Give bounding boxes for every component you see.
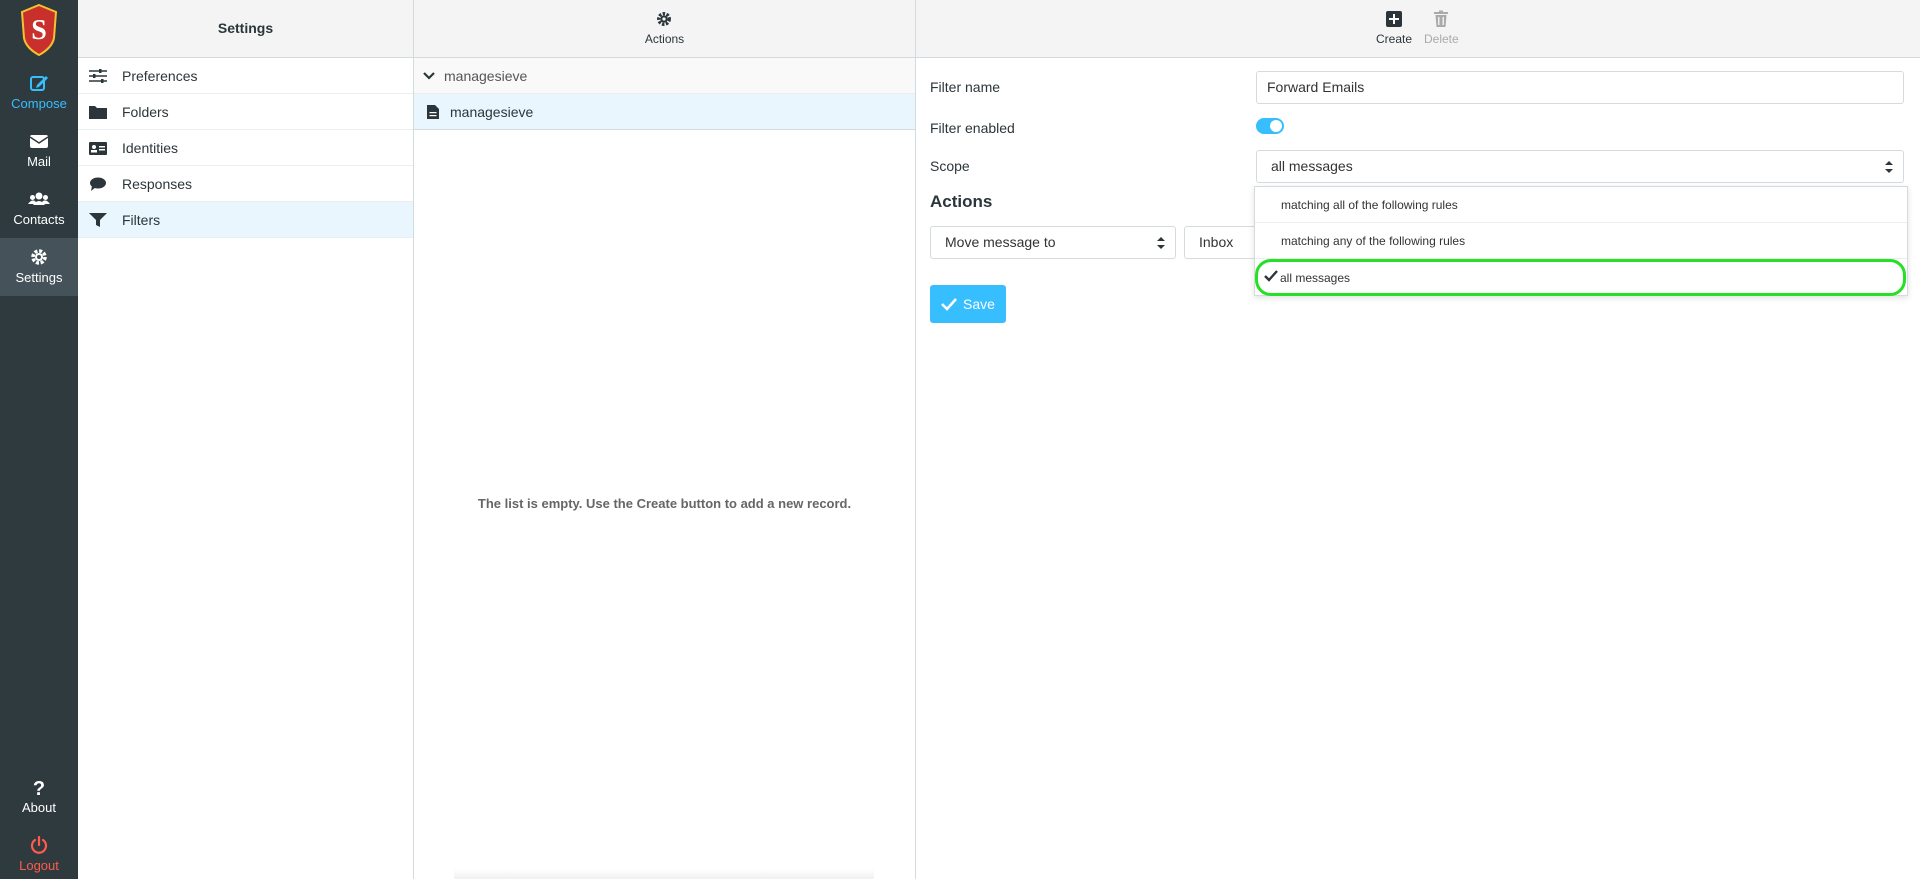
delete-label: Delete (1424, 32, 1459, 46)
filter-sets-panel: Actions managesieve managesieve The list… (414, 0, 916, 879)
sort-icon (1885, 161, 1893, 173)
gear-icon (657, 12, 672, 26)
filter-enabled-toggle[interactable] (1256, 118, 1284, 134)
nav-about-label: About (22, 800, 56, 815)
create-label: Create (1376, 32, 1413, 46)
create-button[interactable]: Create (1376, 10, 1412, 46)
nav-settings-label: Settings (15, 270, 63, 285)
sort-icon (1157, 237, 1165, 249)
sidebar-item-filters[interactable]: Filters (78, 202, 413, 238)
mail-icon (29, 135, 49, 148)
chevron-down-icon (423, 71, 435, 80)
power-icon (30, 835, 48, 854)
filter-name-input[interactable]: Forward Emails (1256, 71, 1904, 104)
content-toolbar: Create Delete (916, 0, 1920, 58)
check-icon (941, 298, 957, 311)
app-navigation: S Compose Mail Contacts Settings ? About… (0, 0, 78, 879)
scope-dropdown: matching all of the following rules matc… (1254, 186, 1908, 296)
filter-set-group[interactable]: managesieve (414, 58, 915, 94)
scope-select[interactable]: all messages (1256, 150, 1904, 183)
id-card-icon (89, 141, 107, 155)
actions-label: Actions (644, 32, 685, 46)
nav-mail-label: Mail (27, 154, 51, 169)
sidebar-item-preferences[interactable]: Preferences (78, 58, 413, 94)
sidebar-item-identities[interactable]: Identities (78, 130, 413, 166)
sidebar-item-label: Preferences (122, 67, 198, 84)
contacts-icon (28, 192, 50, 205)
nav-mail[interactable]: Mail (0, 122, 78, 180)
list-shadow (454, 869, 874, 879)
nav-logout-label: Logout (19, 858, 59, 873)
svg-text:S: S (31, 15, 47, 46)
folder-icon (89, 105, 107, 119)
scope-option-label: matching all of the following rules (1281, 197, 1458, 212)
scope-option-all-rules[interactable]: matching all of the following rules (1255, 187, 1907, 223)
nav-logout[interactable]: Logout (0, 826, 78, 884)
check-icon (1264, 270, 1278, 282)
scope-option-label: matching any of the following rules (1281, 233, 1466, 248)
actions-heading: Actions (930, 192, 993, 211)
sliders-icon (89, 68, 107, 83)
nav-about[interactable]: ? About (0, 768, 78, 826)
nav-settings[interactable]: Settings (0, 238, 78, 296)
nav-contacts[interactable]: Contacts (0, 180, 78, 238)
filter-set-group-label: managesieve (444, 67, 528, 84)
compose-icon (30, 76, 48, 91)
sidebar-item-label: Responses (122, 175, 193, 192)
save-label: Save (963, 296, 995, 312)
sidebar-item-responses[interactable]: Responses (78, 166, 413, 202)
sidebar-item-label: Folders (122, 103, 169, 120)
nav-compose[interactable]: Compose (0, 64, 78, 122)
save-button[interactable]: Save (930, 285, 1006, 323)
sidebar-item-label: Filters (122, 211, 161, 228)
action-folder-select[interactable]: Inbox (1184, 226, 1264, 259)
scope-option-all-messages[interactable]: all messages (1255, 259, 1906, 296)
trash-icon (1434, 10, 1449, 27)
delete-button[interactable]: Delete (1424, 10, 1459, 46)
svg-text:?: ? (33, 778, 45, 798)
scope-option-label: all messages (1280, 270, 1351, 285)
filter-name-label: Filter name (930, 79, 1001, 95)
gear-icon (31, 249, 47, 265)
sidebar-item-folders[interactable]: Folders (78, 94, 413, 130)
action-type-value: Move message to (945, 234, 1056, 250)
filter-sets-header: Actions (414, 0, 915, 58)
question-icon: ? (33, 778, 45, 798)
sidebar-item-label: Identities (122, 139, 179, 156)
actions-button[interactable]: Actions (645, 0, 684, 46)
filter-form-panel: Create Delete Filter name Forward Emails… (916, 0, 1920, 879)
scope-select-value: all messages (1271, 158, 1353, 174)
filter-set-item[interactable]: managesieve (414, 94, 915, 130)
action-type-select[interactable]: Move message to (930, 226, 1176, 259)
filter-icon (89, 212, 107, 227)
scope-label: Scope (930, 158, 970, 174)
settings-title: Settings (78, 0, 413, 58)
plus-square-icon (1386, 11, 1403, 27)
filter-set-label: managesieve (450, 103, 534, 120)
file-icon (427, 104, 439, 119)
scope-option-any-rules[interactable]: matching any of the following rules (1255, 223, 1907, 259)
toggle-knob (1270, 120, 1282, 132)
app-logo: S (20, 4, 58, 56)
nav-contacts-label: Contacts (13, 212, 65, 227)
empty-list-message: The list is empty. Use the Create button… (477, 496, 852, 511)
comment-icon (90, 177, 106, 191)
action-folder-value: Inbox (1199, 234, 1234, 250)
filter-enabled-label: Filter enabled (930, 120, 1015, 136)
settings-sidebar: Settings Preferences Folders Identities … (78, 0, 414, 879)
nav-compose-label: Compose (11, 96, 67, 111)
